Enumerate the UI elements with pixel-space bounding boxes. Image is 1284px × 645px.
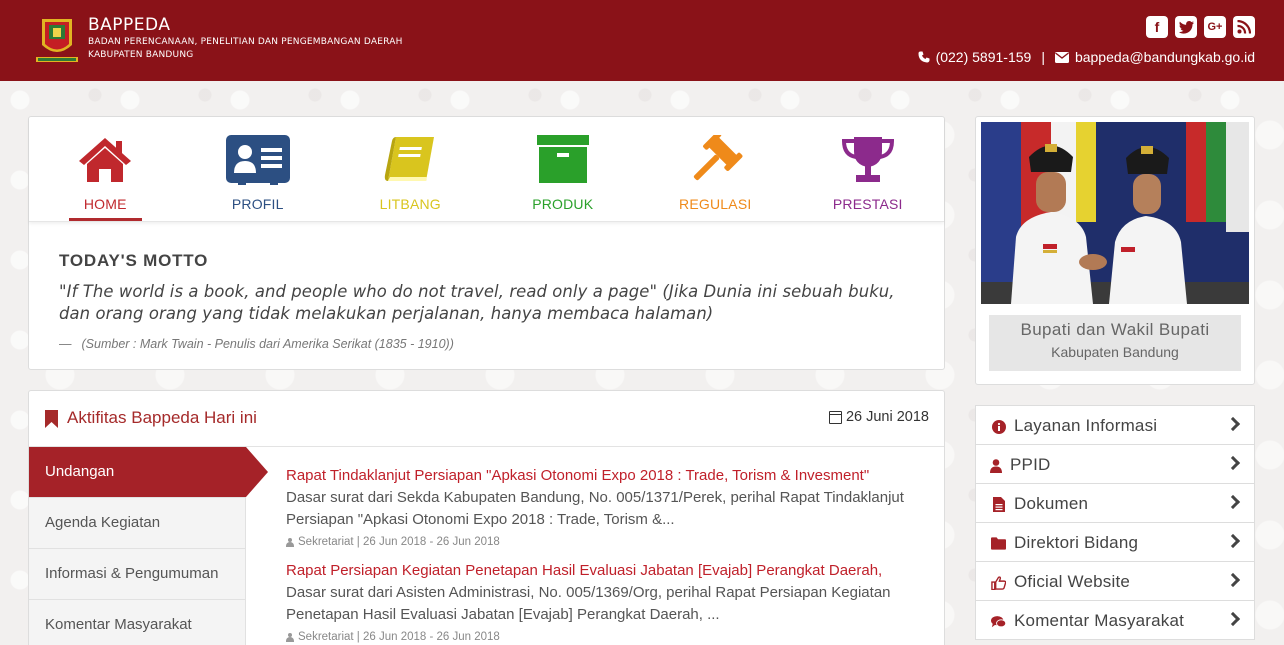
nav-regulasi-label: REGULASI	[679, 196, 752, 212]
motto-source: — (Sumber : Mark Twain - Penulis dari Ame…	[59, 337, 454, 351]
book-icon	[385, 137, 435, 181]
id-card-icon	[225, 135, 290, 185]
facebook-icon[interactable]: f	[1146, 16, 1168, 38]
chevron-right-icon	[1225, 494, 1241, 510]
activity-list: Rapat Tindaklanjut Persiapan "Apkasi Oto…	[286, 465, 931, 645]
list-item: Rapat Persiapan Kegiatan Penetapan Hasil…	[286, 560, 931, 643]
main-nav: HOME PROFIL LITBANG PRODUK REGULASI PRES…	[29, 117, 944, 222]
list-item: Rapat Tindaklanjut Persiapan "Apkasi Oto…	[286, 465, 931, 548]
tab-agenda-kegiatan[interactable]: Agenda Kegiatan	[29, 498, 246, 549]
google-plus-icon[interactable]: G+	[1204, 16, 1226, 38]
activity-title-link[interactable]: Rapat Tindaklanjut Persiapan "Apkasi Oto…	[286, 465, 931, 487]
side-menu-layanan-informasi[interactable]: Layanan Informasi	[975, 405, 1255, 445]
nav-profil[interactable]: PROFIL	[182, 117, 335, 222]
activity-tabs: Undangan Agenda Kegiatan Informasi & Pen…	[29, 447, 268, 645]
motto-source-text: (Sumber : Mark Twain - Penulis dari Amer…	[81, 337, 454, 351]
side-menu-label: Komentar Masyarakat	[1014, 611, 1185, 630]
bupati-photo[interactable]	[981, 122, 1249, 304]
side-menu-komentar-masyarakat[interactable]: Komentar Masyarakat	[975, 600, 1255, 640]
nav-regulasi[interactable]: REGULASI	[639, 117, 792, 222]
nav-produk[interactable]: PRODUK	[487, 117, 640, 222]
contact-separator: |	[1041, 49, 1045, 65]
side-menu-label: Dokumen	[1014, 494, 1089, 513]
user-icon	[988, 458, 1003, 473]
side-menu-dokumen[interactable]: Dokumen	[975, 483, 1255, 523]
activities-date-text: 26 Juni 2018	[845, 409, 929, 425]
chevron-right-icon	[1225, 611, 1241, 627]
motto-quote: "If The world is a book, and people who …	[59, 282, 895, 323]
brand-region: KABUPATEN BANDUNG	[88, 50, 194, 60]
comments-icon	[991, 614, 1006, 629]
leader-profile-card: Bupati dan Wakil Bupati Kabupaten Bandun…	[975, 116, 1255, 385]
chevron-right-icon	[1225, 455, 1241, 471]
file-icon	[991, 497, 1006, 512]
brand-subtitle: BADAN PERENCANAAN, PENELITIAN DAN PENGEM…	[88, 37, 403, 47]
chevron-right-icon	[1225, 533, 1241, 549]
main-nav-panel: HOME PROFIL LITBANG PRODUK REGULASI PRES…	[28, 116, 945, 370]
activities-title: Aktifitas Bappeda Hari ini	[67, 408, 257, 427]
activities-header: Aktifitas Bappeda Hari ini 26 Juni 2018	[29, 391, 944, 447]
chevron-right-icon	[1225, 416, 1241, 432]
trophy-icon	[841, 137, 894, 182]
side-menu-label: Oficial Website	[1014, 572, 1131, 591]
email-address[interactable]: bappeda@bandungkab.go.id	[1075, 49, 1255, 65]
nav-profil-label: PROFIL	[231, 196, 284, 212]
envelope-icon	[1054, 51, 1069, 63]
brand-name[interactable]: BAPPEDA	[88, 15, 170, 35]
side-menu-direktori-bidang[interactable]: Direktori Bidang	[975, 522, 1255, 562]
activity-meta: Sekretariat | 26 Jun 2018 - 26 Jun 2018	[286, 631, 931, 643]
nav-produk-label: PRODUK	[532, 196, 594, 212]
thumbs-up-icon	[991, 575, 1006, 590]
activity-description: Dasar surat dari Asisten Administrasi, N…	[286, 584, 891, 623]
gavel-icon	[694, 135, 743, 181]
phone-icon	[918, 51, 930, 63]
tab-informasi-pengumuman[interactable]: Informasi & Pengumuman	[29, 549, 246, 600]
profile-caption-title: Bupati dan Wakil Bupati	[1020, 320, 1210, 339]
motto-heading: TODAY'S MOTTO	[59, 251, 209, 270]
side-menu: Layanan Informasi PPID Dokumen Direktori…	[975, 405, 1255, 640]
nav-litbang[interactable]: LITBANG	[334, 117, 487, 222]
folder-icon	[991, 536, 1006, 551]
side-menu-label: PPID	[1010, 455, 1051, 474]
chevron-right-icon	[1225, 572, 1241, 588]
activity-meta: Sekretariat | 26 Jun 2018 - 26 Jun 2018	[286, 536, 931, 548]
phone-number[interactable]: (022) 5891-159	[936, 49, 1032, 65]
info-circle-icon	[991, 419, 1006, 434]
side-menu-label: Layanan Informasi	[1014, 416, 1158, 435]
tab-undangan[interactable]: Undangan	[29, 447, 268, 498]
activity-title-link[interactable]: Rapat Persiapan Kegiatan Penetapan Hasil…	[286, 560, 931, 582]
social-links: f G+	[1146, 16, 1255, 38]
side-menu-oficial-website[interactable]: Oficial Website	[975, 561, 1255, 601]
nav-home[interactable]: HOME	[29, 117, 182, 222]
nav-prestasi-label: PRESTASI	[832, 196, 903, 212]
profile-caption: Bupati dan Wakil Bupati Kabupaten Bandun…	[989, 315, 1241, 371]
contact-info: (022) 5891-159 | bappeda@bandungkab.go.i…	[918, 49, 1255, 65]
calendar-icon	[828, 410, 842, 424]
home-icon	[79, 138, 132, 182]
user-icon	[286, 632, 294, 642]
activity-meta-text: Sekretariat | 26 Jun 2018 - 26 Jun 2018	[298, 536, 500, 548]
side-menu-ppid[interactable]: PPID	[975, 444, 1255, 484]
activities-panel: Aktifitas Bappeda Hari ini 26 Juni 2018 …	[28, 390, 945, 645]
rss-icon[interactable]	[1233, 16, 1255, 38]
motto-dash: —	[59, 337, 72, 351]
user-icon	[286, 537, 294, 547]
activity-description: Dasar surat dari Sekda Kabupaten Bandung…	[286, 489, 904, 528]
kabupaten-bandung-logo[interactable]	[34, 15, 80, 65]
archive-box-icon	[536, 135, 589, 183]
twitter-icon[interactable]	[1175, 16, 1197, 38]
activities-date: 26 Juni 2018	[828, 409, 929, 425]
profile-caption-subtitle: Kabupaten Bandung	[1051, 344, 1179, 360]
site-header: BAPPEDA BADAN PERENCANAAN, PENELITIAN DA…	[0, 0, 1284, 81]
side-menu-label: Direktori Bidang	[1014, 533, 1139, 552]
tab-komentar-masyarakat[interactable]: Komentar Masyarakat	[29, 600, 246, 645]
activity-meta-text: Sekretariat | 26 Jun 2018 - 26 Jun 2018	[298, 631, 500, 643]
nav-home-label: HOME	[83, 196, 127, 212]
nav-litbang-label: LITBANG	[379, 196, 441, 212]
bookmark-icon	[45, 410, 58, 428]
nav-prestasi[interactable]: PRESTASI	[792, 117, 945, 222]
